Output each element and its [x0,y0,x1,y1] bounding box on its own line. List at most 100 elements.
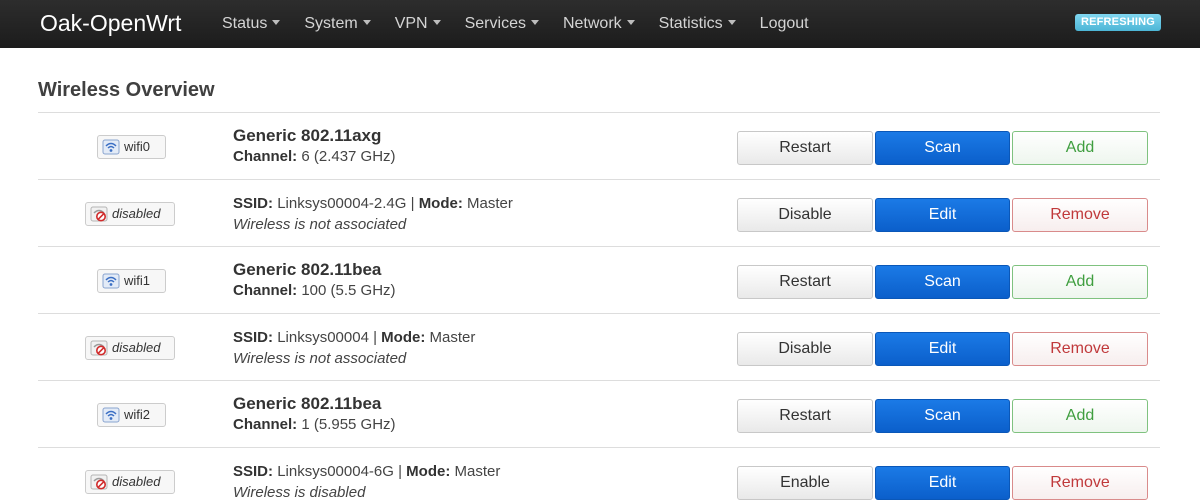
brand-logo[interactable]: Oak-OpenWrt [40,8,181,38]
hardware-name: Generic 802.11bea [233,260,382,279]
wifi-disabled-icon [90,474,108,490]
disable-button[interactable]: Disable [737,198,873,232]
device-row: wifi2 Generic 802.11bea Channel: 1 (5.95… [38,381,1160,448]
device-info: Generic 802.11axg Channel: 6 (2.437 GHz) [233,126,733,167]
caret-down-icon [272,20,281,26]
hardware-name: Generic 802.11bea [233,394,382,413]
network-status-label: disabled [112,474,161,489]
enable-button[interactable]: Enable [737,466,873,500]
device-info: Generic 802.11bea Channel: 1 (5.955 GHz) [233,394,733,435]
restart-button[interactable]: Restart [737,399,873,433]
network-status-badge: disabled [85,336,175,360]
menu-statistics[interactable]: Statistics [659,0,736,48]
device-badge: wifi2 [97,403,166,427]
network-info: SSID: Linksys00004 | Mode: Master Wirele… [233,327,733,369]
restart-button[interactable]: Restart [737,265,873,299]
ssid-value: Linksys00004 [277,329,369,346]
caret-down-icon [626,20,635,26]
mode-label: Mode: [418,195,463,212]
device-badge: wifi1 [97,269,166,293]
channel-line: Channel: 100 (5.5 GHz) [233,280,733,301]
wireless-table: wifi0 Generic 802.11axg Channel: 6 (2.43… [38,112,1160,502]
hardware-name: Generic 802.11axg [233,126,382,145]
menu-status[interactable]: Status [222,0,281,48]
association-status: Wireless is not associated [233,216,407,233]
refreshing-indicator[interactable]: REFRESHING [1075,14,1161,31]
channel-value: 100 (5.5 GHz) [301,282,396,299]
restart-button[interactable]: Restart [737,131,873,165]
edit-button[interactable]: Edit [875,332,1010,366]
scan-button[interactable]: Scan [875,131,1010,165]
network-status-badge: disabled [85,470,175,494]
scan-button[interactable]: Scan [875,399,1010,433]
caret-down-icon [362,20,371,26]
network-info: SSID: Linksys00004-6G | Mode: Master Wir… [233,461,733,502]
mode-value: Master [429,329,476,346]
network-status-badge: disabled [85,202,175,226]
network-info: SSID: Linksys00004-2.4G | Mode: Master W… [233,193,733,235]
separator: | [410,195,415,212]
channel-label: Channel: [233,148,298,165]
network-row: disabled SSID: Linksys00004-6G | Mode: M… [38,448,1160,502]
caret-down-icon [530,20,539,26]
network-status-label: disabled [112,206,161,221]
caret-down-icon [432,20,441,26]
disable-button[interactable]: Disable [737,332,873,366]
association-status: Wireless is not associated [233,350,407,367]
menu-vpn[interactable]: VPN [395,0,441,48]
device-badge-label: wifi1 [124,273,151,288]
menu-label: Network [562,15,622,32]
edit-button[interactable]: Edit [875,198,1010,232]
add-button[interactable]: Add [1012,131,1148,165]
device-row: wifi1 Generic 802.11bea Channel: 100 (5.… [38,247,1160,314]
ssid-line: SSID: Linksys00004 | Mode: Master [233,327,733,348]
menu-label: VPN [394,15,428,32]
association-status: Wireless is disabled [233,484,366,501]
menu-network[interactable]: Network [563,0,635,48]
channel-line: Channel: 6 (2.437 GHz) [233,146,733,167]
wifi-disabled-icon [90,340,108,356]
mode-label: Mode: [381,329,426,346]
menu-label: Statistics [658,15,723,32]
remove-button[interactable]: Remove [1012,332,1148,366]
wifi-device-icon [102,273,120,289]
remove-button[interactable]: Remove [1012,466,1148,500]
device-badge: wifi0 [97,135,166,159]
main-menu: Status System VPN Services Network Stati… [222,0,833,48]
channel-label: Channel: [233,416,298,433]
mode-label: Mode: [406,463,451,480]
wifi-disabled-icon [90,206,108,222]
device-badge-label: wifi2 [124,407,151,422]
edit-button[interactable]: Edit [875,466,1010,500]
menu-label: Services [464,15,526,32]
scan-button[interactable]: Scan [875,265,1010,299]
menu-label: Logout [759,15,809,32]
ssid-label: SSID: [233,463,274,480]
device-row: wifi0 Generic 802.11axg Channel: 6 (2.43… [38,113,1160,180]
top-navbar: Oak-OpenWrt Status System VPN Services N… [0,0,1200,48]
ssid-label: SSID: [233,329,274,346]
network-status-label: disabled [112,340,161,355]
ssid-line: SSID: Linksys00004-6G | Mode: Master [233,461,733,482]
menu-system[interactable]: System [304,0,371,48]
device-badge-label: wifi0 [124,139,151,154]
channel-label: Channel: [233,282,298,299]
ssid-value: Linksys00004-6G [277,463,394,480]
menu-label: Status [222,15,268,32]
mode-value: Master [467,195,513,212]
wifi-device-icon [102,407,120,423]
mode-value: Master [454,463,501,480]
ssid-line: SSID: Linksys00004-2.4G | Mode: Master [233,193,733,214]
network-row: disabled SSID: Linksys00004 | Mode: Mast… [38,314,1160,381]
ssid-value: Linksys00004-2.4G [277,195,407,212]
menu-logout[interactable]: Logout [760,0,809,48]
add-button[interactable]: Add [1012,265,1148,299]
add-button[interactable]: Add [1012,399,1148,433]
network-row: disabled SSID: Linksys00004-2.4G | Mode:… [38,180,1160,247]
remove-button[interactable]: Remove [1012,198,1148,232]
channel-value: 1 (5.955 GHz) [301,416,396,433]
menu-label: System [304,15,358,32]
menu-services[interactable]: Services [465,0,539,48]
page-title: Wireless Overview [38,79,215,101]
wifi-device-icon [102,139,120,155]
